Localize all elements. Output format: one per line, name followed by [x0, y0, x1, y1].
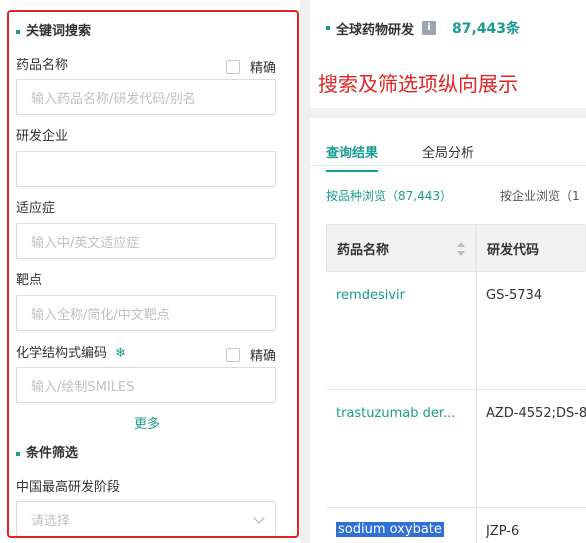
company-input[interactable]	[16, 151, 276, 187]
indication-label: 适应症	[16, 201, 56, 216]
checkbox-icon[interactable]	[226, 347, 240, 362]
section-band	[310, 108, 586, 118]
table-row: remdesivir GS-5734	[326, 272, 586, 390]
drug-name-label: 药品名称	[16, 58, 69, 73]
section-marker-icon	[326, 26, 330, 30]
tab-query-results[interactable]: 查询结果	[326, 142, 379, 172]
column-divider	[476, 508, 477, 543]
smiles-input[interactable]: 输入/绘制SMILES	[16, 367, 276, 403]
table-row: trastuzumab der... AZD-4552;DS-8	[326, 390, 586, 508]
filter-section-title: 条件筛选	[16, 442, 78, 461]
more-link[interactable]: 更多	[134, 413, 160, 432]
section-marker-icon	[16, 451, 20, 456]
target-label: 靶点	[16, 273, 43, 288]
drug-name-link[interactable]: trastuzumab der...	[336, 406, 472, 421]
column-header-drug-name[interactable]: 药品名称	[326, 224, 476, 272]
info-icon[interactable]: i	[422, 21, 437, 35]
indication-input[interactable]: 输入中/英文适应症	[16, 223, 276, 259]
checkbox-icon[interactable]	[226, 59, 240, 74]
selected-text: sodium oxybate	[336, 522, 444, 537]
page-title: 全球药物研发	[336, 22, 415, 38]
results-header: 全球药物研发 i 87,443条	[326, 18, 520, 38]
results-panel: 全球药物研发 i 87,443条 搜索及筛选项纵向展示 查询结果 全局分析 按品…	[310, 0, 586, 543]
table-row: sodium oxybate JZP-6	[326, 508, 586, 543]
search-filter-panel: 关键词搜索 药品名称 精确 输入药品名称/研发代码/别名 研发企业 适应症 输入…	[0, 0, 300, 543]
structure-label: 化学结构式编码 ❄	[16, 346, 126, 361]
stage-label: 中国最高研发阶段	[16, 480, 121, 495]
panel-divider	[300, 0, 310, 543]
tab-global-analysis[interactable]: 全局分析	[422, 142, 474, 161]
drug-name-input[interactable]: 输入药品名称/研发代码/别名	[16, 79, 276, 115]
result-tabs: 查询结果 全局分析	[310, 118, 586, 172]
target-input[interactable]: 输入全称/简化/中文靶点	[16, 295, 276, 331]
column-divider	[476, 390, 477, 508]
chevron-down-icon	[253, 512, 265, 524]
column-header-code: 研发代码	[476, 224, 586, 272]
drug-name-link[interactable]: sodium oxybate	[336, 522, 472, 537]
drug-name-exact-checkbox[interactable]: 精确	[226, 57, 276, 76]
structure-exact-checkbox[interactable]: 精确	[226, 345, 276, 364]
drug-name-link[interactable]: remdesivir	[336, 288, 472, 303]
result-count: 87,443条	[452, 21, 521, 37]
code-cell: JZP-6	[486, 524, 520, 539]
browse-by-company-link[interactable]: 按企业浏览（1	[500, 187, 580, 204]
company-label: 研发企业	[16, 129, 69, 144]
sort-icon[interactable]	[457, 242, 465, 256]
keyword-search-title: 关键词搜索	[16, 20, 91, 39]
column-divider	[476, 272, 477, 390]
stage-select[interactable]: 请选择	[16, 501, 276, 537]
browse-by-drug-link[interactable]: 按品种浏览（87,443）	[326, 187, 452, 204]
page: 关键词搜索 药品名称 精确 输入药品名称/研发代码/别名 研发企业 适应症 输入…	[0, 0, 586, 543]
section-marker-icon	[16, 29, 20, 34]
code-cell: AZD-4552;DS-8	[486, 406, 586, 421]
annotation-text: 搜索及筛选项纵向展示	[318, 72, 518, 96]
code-cell: GS-5734	[486, 288, 543, 303]
snowflake-icon[interactable]: ❄	[115, 346, 126, 361]
